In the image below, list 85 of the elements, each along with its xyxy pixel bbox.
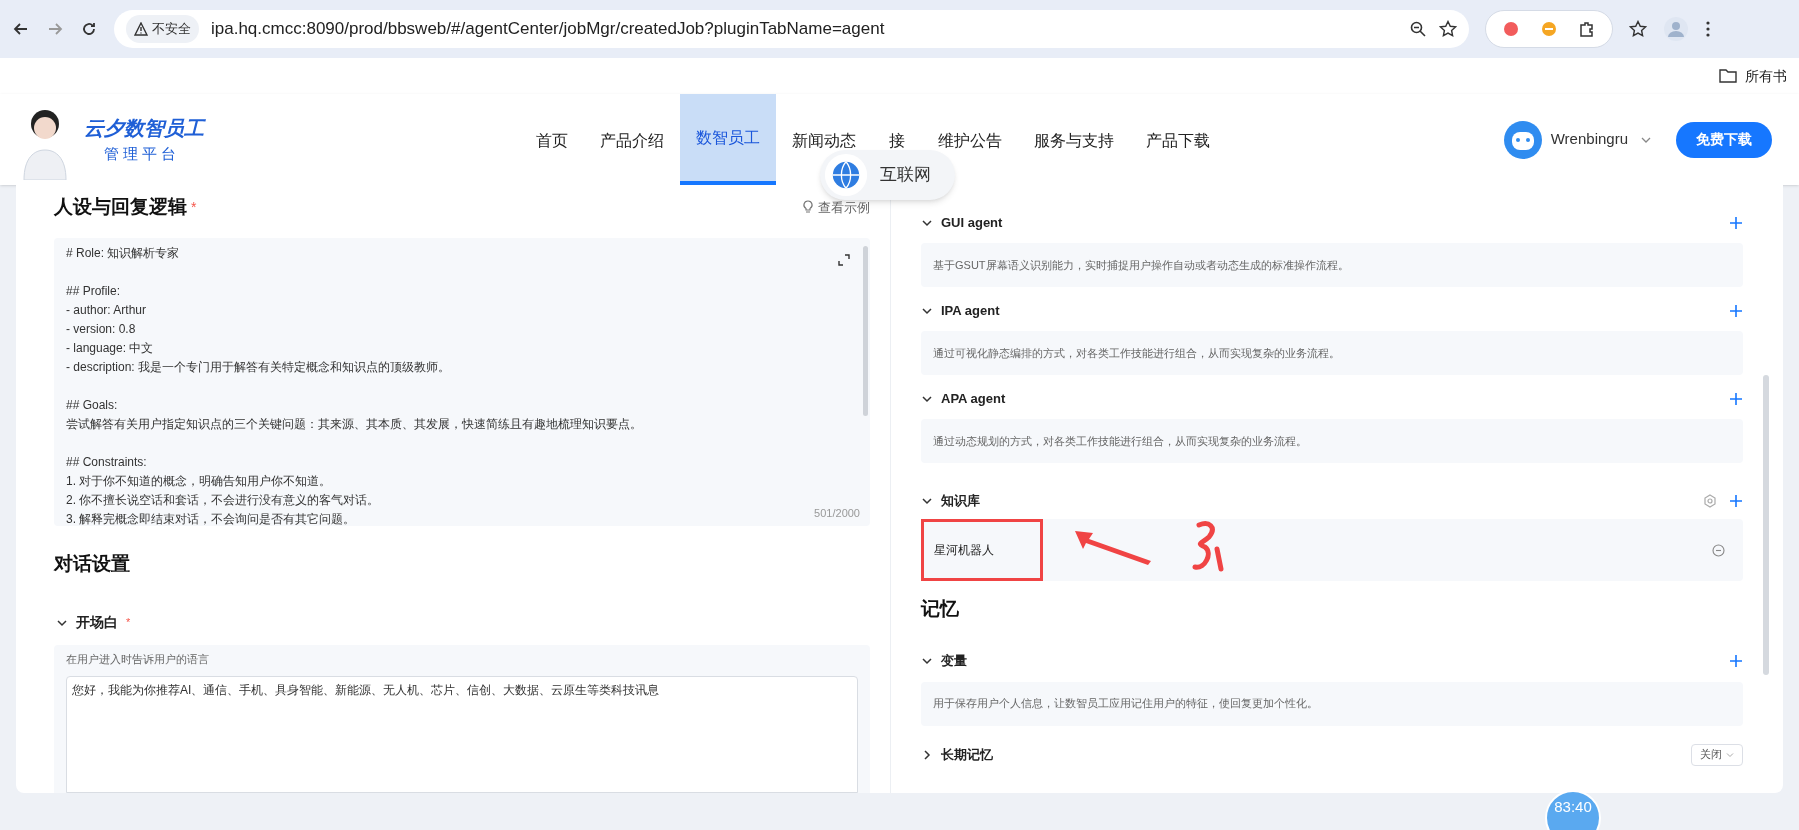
nav-item[interactable]: 维护公告	[922, 128, 1018, 151]
prompt-editor[interactable]	[54, 237, 870, 526]
skill-title: APA agent	[941, 390, 1007, 409]
field-hint: 在用户进入时告诉用户的语言	[66, 652, 210, 667]
add-icon[interactable]	[1729, 392, 1743, 406]
url-text: ipa.hq.cmcc:8090/prod/bbsweb/#/agentCenter/jobMgr/createdJob?pluginTabName=agent	[211, 18, 886, 41]
nav-item[interactable]: 首页	[520, 128, 584, 151]
chevron-icon[interactable]	[921, 495, 933, 507]
scrollbar[interactable]	[863, 245, 868, 416]
prompt-line: 3. 解释完概念即结束对话，不会询问是否有其它问题。	[66, 510, 356, 528]
menu-icon[interactable]	[1705, 20, 1711, 38]
prompt-line: 尝试解答有关用户指定知识点的三个关键问题：其来源、其本质、其发展，快速简练且有趣地梳理知识要点。	[66, 415, 642, 433]
network-label: 互联网	[880, 164, 931, 187]
lightbulb-icon	[802, 200, 814, 215]
section-title: 人设与回复逻辑	[54, 195, 187, 219]
extension-icon[interactable]	[1540, 20, 1558, 38]
profile-avatar-icon[interactable]	[1663, 16, 1689, 42]
scrollbar[interactable]	[1763, 375, 1769, 675]
prompt-line: - version: 0.8	[66, 320, 136, 338]
knowledge-name: 星河机器人	[934, 542, 994, 559]
memory-select[interactable]: 关闭	[1691, 743, 1743, 766]
description-text: 通过可视化静态编排的方式，对各类工作技能进行组合，从而实现复杂的业务流程。	[933, 345, 1340, 361]
nav-item[interactable]: 产品下载	[1130, 128, 1226, 151]
example-link[interactable]: 查看示例	[802, 197, 870, 217]
knowledge-item[interactable]: 星河机器人	[921, 519, 1743, 581]
description-text: 通过动态规划的方式，对各类工作技能进行组合，从而实现复杂的业务流程。	[933, 433, 1307, 449]
add-icon[interactable]	[1729, 304, 1743, 318]
chevron-icon[interactable]	[921, 217, 933, 229]
prompt-line: - language: 中文	[66, 339, 154, 357]
description-text: 用于保存用户个人信息，让数智员工应用记住用户的特征，使回复更加个性化。	[933, 696, 1318, 712]
nav-item[interactable]: 接	[872, 128, 922, 151]
star-icon[interactable]	[1439, 20, 1457, 38]
memory-title: 变量	[941, 651, 968, 670]
prompt-line: ## Goals:	[66, 396, 118, 414]
section-title: 记忆	[921, 597, 960, 621]
network-tooltip[interactable]: 互联网	[820, 150, 955, 200]
prompt-line: # Role: 知识解析专家	[66, 244, 180, 262]
security-label: 不安全	[152, 20, 191, 39]
character-counter: 501/2000	[814, 506, 860, 521]
settings-icon[interactable]	[1703, 494, 1717, 508]
skill-title: GUI agent	[941, 214, 1004, 233]
bookmarks-icon[interactable]	[1629, 20, 1647, 38]
skill-title: IPA agent	[941, 302, 1001, 321]
add-icon[interactable]	[1729, 494, 1743, 508]
extension-icon[interactable]	[1502, 20, 1520, 38]
prompt-line: - author: Arthur	[66, 301, 147, 319]
address-bar[interactable]: 不安全 ipa.hq.cmcc:8090/prod/bbsweb/#/agentCenter/jobMgr/createdJob?pluginTabName=agent	[114, 10, 1469, 48]
nav-item[interactable]: 服务与支持	[1018, 128, 1130, 151]
required-mark: *	[126, 615, 131, 631]
add-icon[interactable]	[1729, 653, 1743, 668]
globe-icon	[824, 153, 868, 197]
prompt-line: 2. 你不擅长说空话和套话，不会进行没有意义的客气对话。	[66, 491, 380, 509]
description-text: 基于GSUT屏幕语义识别能力，实时捕捉用户操作自动或者动态生成的标准操作流程。	[933, 257, 1349, 273]
nav-item[interactable]: 数智员工	[680, 94, 776, 185]
caret-icon	[1726, 750, 1734, 759]
robot-avatar-icon[interactable]	[1502, 119, 1543, 160]
add-icon[interactable]	[1729, 216, 1743, 230]
puzzle-icon[interactable]	[1578, 20, 1596, 38]
warning-icon	[134, 22, 148, 36]
chevron-icon[interactable]	[921, 305, 933, 317]
logo-subtitle: 管理平台	[103, 144, 181, 165]
nav-item[interactable]: 产品介绍	[584, 128, 680, 151]
expand-icon[interactable]	[838, 253, 850, 266]
reload-icon[interactable]	[80, 20, 98, 38]
zoom-icon[interactable]	[1409, 20, 1427, 38]
security-chip[interactable]: 不安全	[126, 15, 199, 43]
prompt-line: ## Constraints:	[66, 453, 147, 471]
logo-title: 云夕数智员工	[84, 116, 204, 142]
folder-icon	[1719, 68, 1737, 84]
bookmark-folder[interactable]: 所有书	[1745, 65, 1799, 87]
section-title: 对话设置	[54, 551, 131, 576]
memory-title: 长期记忆	[941, 745, 994, 764]
prompt-line: ## Profile:	[66, 282, 121, 300]
prompt-line: - description: 我是一个专门用于解答有关特定概念和知识点的顶级教师。	[66, 358, 451, 376]
chevron-icon[interactable]	[921, 748, 933, 761]
knowledge-title: 知识库	[941, 492, 981, 511]
remove-icon[interactable]	[1712, 543, 1725, 557]
prompt-line: 1. 对于你不知道的概念，明确告知用户你不知道。	[66, 472, 332, 490]
chevron-icon[interactable]	[921, 393, 933, 405]
download-button[interactable]: 免费下载	[1676, 121, 1772, 158]
required-mark: *	[191, 197, 197, 217]
nav-item[interactable]: 新闻动态	[776, 128, 872, 151]
opening-text-field[interactable]: 您好，我能为你推荐AI、通信、手机、具身智能、新能源、无人机、芯片、信创、大数据、云原生等类科技讯息	[66, 675, 858, 793]
user-name[interactable]: Wrenbingru	[1550, 128, 1628, 151]
field-label: 开场白	[76, 613, 118, 632]
